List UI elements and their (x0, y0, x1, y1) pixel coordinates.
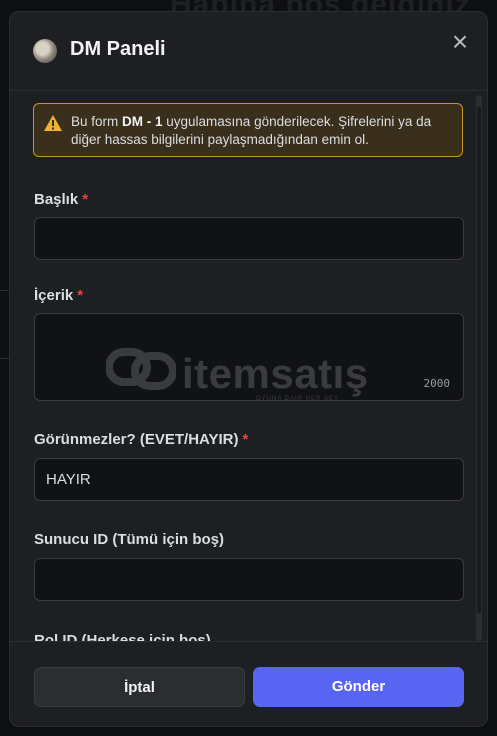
invisible-label-text: Görünmezler? (EVET/HAYIR) (34, 431, 239, 448)
required-mark: * (77, 287, 84, 304)
warning-icon (44, 115, 62, 131)
title-label: Başlık * (34, 191, 88, 208)
dm-panel-modal: DM Paneli × Bu form DM - 1 uygulamasına … (9, 11, 488, 727)
warning-app-name: DM - 1 (122, 114, 163, 129)
title-label-text: Başlık (34, 191, 79, 208)
warning-prefix: Bu form (71, 114, 123, 129)
required-mark: * (82, 191, 89, 208)
invisible-input[interactable]: HAYIR (34, 458, 464, 501)
modal-footer: İptal Gönder (10, 641, 487, 726)
close-icon[interactable]: × (446, 28, 474, 56)
watermark-logo-icon (105, 348, 177, 390)
role-id-label-text: Rol ID (Herkese için boş) (34, 632, 211, 641)
modal-title: DM Paneli (70, 38, 166, 60)
invisible-label: Görünmezler? (EVET/HAYIR) * (34, 431, 248, 448)
role-id-label: Rol ID (Herkese için boş) (34, 632, 211, 641)
required-mark: * (242, 431, 249, 448)
server-id-input[interactable] (34, 558, 464, 601)
title-input[interactable] (34, 217, 464, 260)
warning-banner: Bu form DM - 1 uygulamasına gönderilecek… (33, 103, 463, 157)
modal-header: DM Paneli × (10, 12, 487, 90)
character-counter: 2000 (423, 377, 451, 390)
watermark-text: itemsatış (182, 350, 369, 397)
content-label: İçerik * (34, 287, 83, 304)
watermark-subtext: OYUNA DAİR HER ŞEY (256, 396, 340, 402)
content-label-text: İçerik (34, 287, 74, 304)
watermark: itemsatış OYUNA DAİR HER ŞEY (105, 346, 406, 406)
server-id-label-text: Sunucu ID (Tümü için boş) (34, 531, 224, 548)
invisible-input-value: HAYIR (46, 471, 91, 488)
cancel-button[interactable]: İptal (34, 667, 245, 707)
scrollbar-thumb[interactable] (476, 106, 482, 614)
server-id-label: Sunucu ID (Tümü için boş) (34, 531, 224, 548)
app-avatar (33, 39, 57, 63)
warning-text: Bu form DM - 1 uygulamasına gönderilecek… (71, 113, 456, 149)
submit-button[interactable]: Gönder (253, 667, 464, 707)
modal-body[interactable]: Bu form DM - 1 uygulamasına gönderilecek… (10, 91, 487, 641)
